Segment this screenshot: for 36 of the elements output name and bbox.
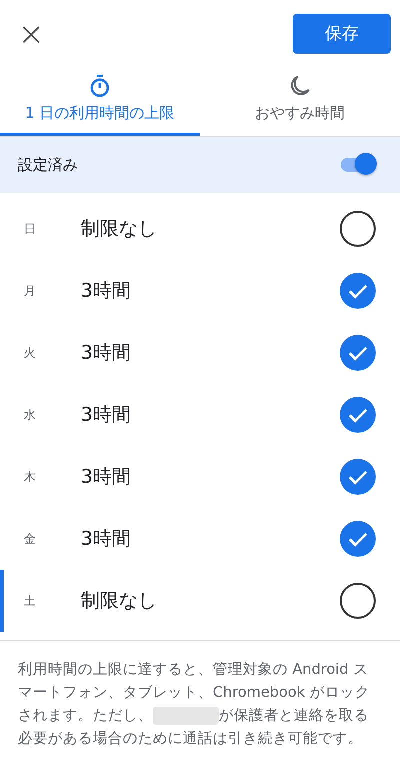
checked-circle-icon[interactable]: [340, 459, 376, 495]
day-label: 日: [24, 220, 37, 238]
limit-text: 3時間: [81, 465, 132, 490]
checked-circle-icon[interactable]: [340, 397, 376, 433]
tab[interactable]: おやすみ時間: [200, 70, 400, 136]
day-row[interactable]: 土 制限なし: [0, 570, 400, 632]
limit-text: 制限なし: [81, 217, 158, 242]
stopwatch-icon: [89, 74, 111, 98]
day-label: 木: [24, 468, 37, 486]
day-row[interactable]: 火 3時間: [0, 322, 400, 384]
checked-circle-icon[interactable]: [340, 335, 376, 371]
moon-icon: [289, 74, 311, 98]
blurred-name: [153, 707, 219, 726]
day-row[interactable]: 木 3時間: [0, 446, 400, 508]
checked-circle-icon[interactable]: [340, 521, 376, 557]
day-label: 金: [24, 530, 37, 548]
day-label: 月: [24, 282, 37, 300]
limit-text: 3時間: [81, 403, 132, 428]
info-text: 利用時間の上限に達すると、管理対象の Android スマートフォン、タブレット、Chromebook がロックされます。ただし、 が保護者と連絡を取る必要がある場合のために通話は引き続き可能です。: [17, 660, 371, 749]
day-label: 火: [24, 344, 37, 362]
day-label: 水: [24, 406, 37, 424]
day-row[interactable]: 水 3時間: [0, 384, 400, 446]
day-label: 土: [24, 592, 37, 610]
day-row[interactable]: 日 制限なし: [0, 198, 400, 260]
empty-circle-icon[interactable]: [340, 583, 376, 619]
save-button[interactable]: 保存: [293, 14, 391, 54]
setting-label: 設定済み: [18, 156, 78, 174]
limit-text: 3時間: [81, 279, 132, 304]
limit-text: 3時間: [81, 527, 132, 552]
limit-text: 制限なし: [81, 589, 158, 614]
limit-text: 3時間: [81, 341, 132, 366]
day-row[interactable]: 金 3時間: [0, 508, 400, 570]
checked-circle-icon[interactable]: [340, 273, 376, 309]
empty-circle-icon[interactable]: [340, 211, 376, 247]
day-row[interactable]: 月 3時間: [0, 260, 400, 322]
close-button[interactable]: ×: [14, 18, 49, 50]
